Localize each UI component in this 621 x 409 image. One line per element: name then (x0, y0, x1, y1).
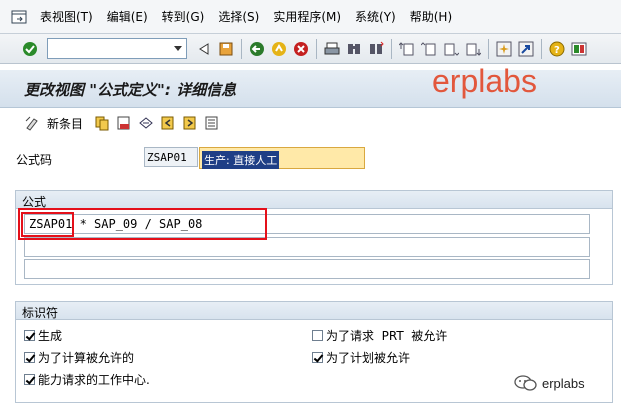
chevron-down-icon[interactable] (170, 39, 186, 58)
undo-change-icon[interactable] (136, 113, 156, 133)
checkbox-label: 生成 (38, 329, 63, 343)
toolbar-separator (241, 38, 242, 59)
menu-system[interactable]: 系统(Y) (355, 8, 396, 25)
new-entries-button[interactable]: 新条目 (47, 115, 83, 132)
svg-text:?: ? (554, 45, 560, 56)
print-icon[interactable] (322, 39, 342, 59)
checkbox-costing-allowed[interactable]: 为了计算被允许的 (24, 349, 134, 366)
select-all-icon[interactable] (202, 113, 222, 133)
help-icon[interactable]: ? (547, 39, 567, 59)
back-triangle-icon[interactable] (194, 39, 214, 59)
checkbox-label: 为了请求 PRT 被允许 (326, 329, 448, 343)
formula-description-value: 生产: 直接人工 (202, 151, 280, 169)
menu-help[interactable]: 帮助(H) (410, 8, 452, 25)
checkbox-label: 为了计划被允许 (326, 351, 411, 365)
checkbox-label: 为了计算被允许的 (38, 351, 135, 365)
toolbar-separator (391, 38, 392, 59)
first-page-icon[interactable] (397, 39, 417, 59)
new-session-icon[interactable] (494, 39, 514, 59)
next-page-icon[interactable] (441, 39, 461, 59)
brand-badge: erplabs (514, 374, 585, 392)
menu-selection[interactable]: 选择(S) (218, 8, 259, 25)
find-icon[interactable] (344, 39, 364, 59)
menu-bar: 表视图(T) 编辑(E) 转到(G) 选择(S) 实用程序(M) 系统(Y) 帮… (0, 0, 621, 34)
command-field[interactable] (47, 38, 187, 59)
checkbox-prt-requirements[interactable]: 为了请求 PRT 被允许 (312, 327, 447, 344)
checkbox-box[interactable] (312, 352, 323, 363)
indicator-group-header: 标识符 (16, 302, 612, 320)
checkbox-generated[interactable]: 生成 (24, 327, 62, 344)
save-icon[interactable] (216, 39, 236, 59)
checkbox-box[interactable] (312, 330, 323, 341)
standard-toolbar: ? (0, 34, 621, 64)
previous-page-icon[interactable] (419, 39, 439, 59)
checkbox-scheduling-allowed[interactable]: 为了计划被允许 (312, 349, 410, 366)
highlight-code-frame (21, 212, 74, 237)
wechat-icon (514, 375, 537, 391)
display-change-icon[interactable] (22, 113, 42, 133)
formula-description-field[interactable]: 生产: 直接人工 (199, 147, 365, 169)
checkbox-box[interactable] (24, 330, 35, 341)
checkbox-label: 能力请求的工作中心. (38, 373, 150, 387)
application-toolbar: 新条目 (0, 110, 621, 136)
checkbox-box[interactable] (24, 374, 35, 385)
copy-as-icon[interactable] (92, 113, 112, 133)
window-menu-icon[interactable] (10, 9, 28, 25)
last-page-icon[interactable] (463, 39, 483, 59)
cancel-icon[interactable] (291, 39, 311, 59)
watermark-logo: erplabs (432, 63, 537, 99)
menu-edit[interactable]: 编辑(E) (107, 8, 148, 25)
formula-group-header: 公式 (16, 191, 612, 209)
menu-goto[interactable]: 转到(G) (162, 8, 205, 25)
formula-code-label: 公式码 (16, 153, 53, 167)
brand-text: erplabs (542, 375, 585, 391)
toolbar-separator (488, 38, 489, 59)
layout-menu-icon[interactable] (569, 39, 589, 59)
formula-code-field: ZSAP01 (144, 147, 198, 167)
toolbar-separator (316, 38, 317, 59)
exit-icon[interactable] (269, 39, 289, 59)
formula-line-3[interactable] (24, 259, 590, 279)
previous-entry-icon[interactable] (158, 113, 178, 133)
formula-line-2[interactable] (24, 237, 590, 257)
enter-icon[interactable] (20, 39, 40, 59)
menu-table-view[interactable]: 表视图(T) (40, 8, 93, 25)
checkbox-box[interactable] (24, 352, 35, 363)
toolbar-separator (541, 38, 542, 59)
delete-icon[interactable] (114, 113, 134, 133)
next-entry-icon[interactable] (180, 113, 200, 133)
shortcut-icon[interactable] (516, 39, 536, 59)
find-next-icon[interactable] (366, 39, 386, 59)
page-title: 更改视图 "公式定义": 详细信息 (24, 81, 237, 99)
formula-code-row: 公式码 ZSAP01 生产: 直接人工 (0, 145, 621, 171)
back-icon[interactable] (247, 39, 267, 59)
menu-utilities[interactable]: 实用程序(M) (273, 8, 341, 25)
checkbox-capacity-requirements[interactable]: 能力请求的工作中心. (24, 371, 150, 388)
